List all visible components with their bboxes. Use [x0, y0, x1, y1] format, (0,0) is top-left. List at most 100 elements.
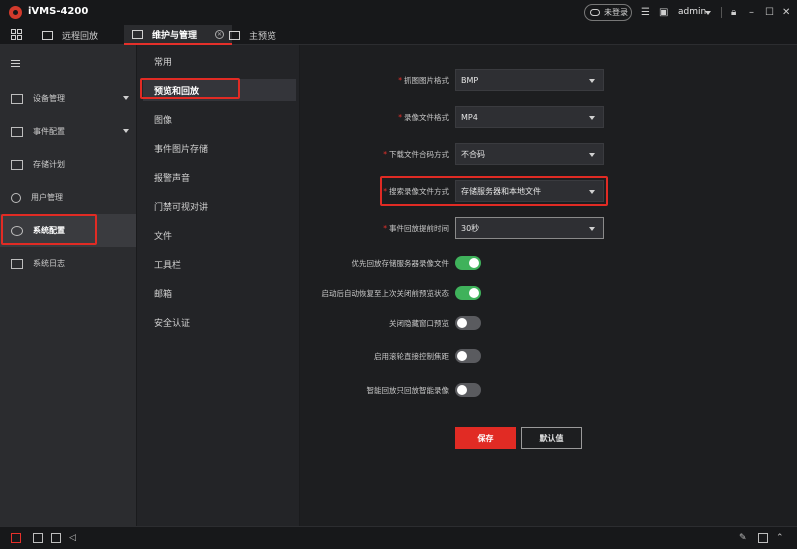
- wheel-focus-toggle[interactable]: [455, 349, 481, 363]
- playback-icon: [42, 30, 53, 40]
- cloud-icon: [590, 9, 600, 16]
- picture-icon[interactable]: ▣: [659, 8, 668, 18]
- nav-item-device-management[interactable]: 设备管理: [0, 82, 136, 115]
- nav-item-event-config[interactable]: 事件配置: [0, 115, 136, 148]
- tab-close-icon[interactable]: ✕: [215, 29, 225, 39]
- gear-icon: [11, 225, 23, 236]
- login-status-button[interactable]: 未登录: [584, 4, 632, 21]
- tab-label: 主预览: [249, 31, 277, 42]
- field-label: * 事件回放提前时间: [383, 224, 449, 233]
- maximize-icon[interactable]: ☐: [765, 8, 774, 18]
- minimize-icon[interactable]: –: [749, 8, 754, 18]
- chevron-down-icon: [589, 79, 595, 83]
- status-bar: ◁ ✎ ⌃: [0, 526, 797, 549]
- field-label: 启用滚轮直接控制焦距: [374, 352, 449, 361]
- button-row: 保存 默认值: [300, 427, 797, 449]
- restore-preview-toggle[interactable]: [455, 286, 481, 300]
- tab-label: 维护与管理: [152, 30, 198, 41]
- nav-item-user-management[interactable]: 用户管理: [0, 181, 136, 214]
- form-row: * 搜索录像文件方式 存储服务器和本地文件: [300, 180, 797, 202]
- divider: [721, 7, 722, 18]
- event-icon: [11, 126, 23, 137]
- title-bar: iVMS-4200 未登录 ☰ ▣ admin 🔒︎ – ☐ ✕: [0, 0, 797, 25]
- form-row: 智能回放只回放智能录像: [300, 379, 797, 401]
- preview-icon: [229, 30, 240, 40]
- field-label: * 录像文件格式: [398, 113, 449, 122]
- menu-icon[interactable]: [11, 60, 20, 69]
- nav-label: 设备管理: [33, 94, 65, 103]
- chevron-down-icon: [589, 227, 595, 231]
- field-label: 关闭隐藏窗口预览: [389, 319, 449, 328]
- sub-item-toolbar[interactable]: 工具栏: [143, 253, 296, 275]
- form-row: * 抓图图片格式 BMP: [300, 69, 797, 91]
- tab-maintenance[interactable]: 维护与管理 ✕: [124, 25, 233, 45]
- field-label: * 抓图图片格式: [398, 76, 449, 85]
- tab-label: 远程回放: [62, 31, 99, 42]
- default-button[interactable]: 默认值: [521, 427, 582, 449]
- capture-format-select[interactable]: BMP: [455, 69, 604, 91]
- sub-item-preview-playback[interactable]: 预览和回放: [143, 79, 296, 101]
- chevron-down-icon: [589, 153, 595, 157]
- smart-playback-toggle[interactable]: [455, 383, 481, 397]
- left-nav: 设备管理 事件配置 存储计划 用户管理 系统配置 系统日志: [0, 45, 136, 526]
- field-label: * 搜索录像文件方式: [383, 187, 449, 196]
- user-icon: [11, 192, 21, 203]
- sub-item-email[interactable]: 邮箱: [143, 282, 296, 304]
- alarm-icon[interactable]: [11, 533, 21, 543]
- maintenance-icon: [132, 29, 143, 39]
- nav-label: 事件配置: [33, 127, 65, 136]
- login-status-label: 未登录: [604, 8, 628, 17]
- tab-bar: 远程回放 维护与管理 ✕ 主预览: [0, 25, 797, 45]
- download-merge-select[interactable]: 不合码: [455, 143, 604, 165]
- pin-icon[interactable]: ✎: [739, 533, 749, 543]
- speaker-icon[interactable]: ◁: [69, 533, 79, 543]
- sub-nav: 常用 预览和回放 图像 事件图片存储 报警声音 门禁可视对讲 文件 工具栏 邮箱…: [136, 45, 299, 526]
- storage-icon: [11, 159, 23, 170]
- form-row: * 录像文件格式 MP4: [300, 106, 797, 128]
- nav-item-storage-schedule[interactable]: 存储计划: [0, 148, 136, 181]
- sub-item-security-auth[interactable]: 安全认证: [143, 311, 296, 333]
- settings-panel: * 抓图图片格式 BMP * 录像文件格式 MP4 * 下载文件合码方式 不合码 * 搜…: [299, 45, 797, 526]
- sub-item-general[interactable]: 常用: [143, 50, 296, 72]
- nav-label: 系统配置: [33, 226, 65, 235]
- log-icon: [11, 258, 23, 269]
- sub-item-file[interactable]: 文件: [143, 224, 296, 246]
- grid-menu-icon[interactable]: [11, 29, 22, 40]
- nav-label: 系统日志: [33, 259, 65, 268]
- sub-item-alarm-sound[interactable]: 报警声音: [143, 166, 296, 188]
- chevron-down-icon: [123, 96, 129, 100]
- record-format-select[interactable]: MP4: [455, 106, 604, 128]
- tab-main-preview[interactable]: 主预览: [229, 25, 276, 45]
- nav-item-system-config[interactable]: 系统配置: [0, 214, 136, 247]
- close-hidden-preview-toggle[interactable]: [455, 316, 481, 330]
- chevron-down-icon[interactable]: [705, 11, 711, 15]
- field-label: * 下载文件合码方式: [383, 150, 449, 159]
- lock-icon[interactable]: 🔒︎: [731, 8, 736, 18]
- device-icon: [11, 93, 23, 104]
- app-title: iVMS-4200: [28, 6, 89, 17]
- list-icon[interactable]: ☰: [641, 8, 650, 18]
- window-icon[interactable]: [758, 533, 768, 543]
- sub-item-event-picture-storage[interactable]: 事件图片存储: [143, 137, 296, 159]
- sub-item-access-intercom[interactable]: 门禁可视对讲: [143, 195, 296, 217]
- event-playback-advance-select[interactable]: 30秒: [455, 217, 604, 239]
- trash-icon[interactable]: [33, 533, 43, 543]
- collapse-icon[interactable]: ⌃: [776, 533, 786, 543]
- close-icon[interactable]: ✕: [782, 8, 790, 18]
- prefer-server-playback-toggle[interactable]: [455, 256, 481, 270]
- sub-item-image[interactable]: 图像: [143, 108, 296, 130]
- form-row: 关闭隐藏窗口预览: [300, 312, 797, 334]
- form-row: 优先回放存储服务器录像文件: [300, 252, 797, 274]
- field-label: 智能回放只回放智能录像: [366, 386, 450, 395]
- nav-item-system-log[interactable]: 系统日志: [0, 247, 136, 280]
- chevron-down-icon: [589, 116, 595, 120]
- app-logo-icon: [9, 6, 22, 19]
- save-button[interactable]: 保存: [455, 427, 516, 449]
- nav-label: 用户管理: [31, 193, 63, 202]
- tab-remote-playback[interactable]: 远程回放: [42, 25, 98, 45]
- image-icon[interactable]: [51, 533, 61, 543]
- user-menu[interactable]: admin: [678, 7, 706, 17]
- search-record-mode-select[interactable]: 存储服务器和本地文件: [455, 180, 604, 202]
- form-row: 启动后自动恢复至上次关闭前预览状态: [300, 282, 797, 304]
- form-row: * 下载文件合码方式 不合码: [300, 143, 797, 165]
